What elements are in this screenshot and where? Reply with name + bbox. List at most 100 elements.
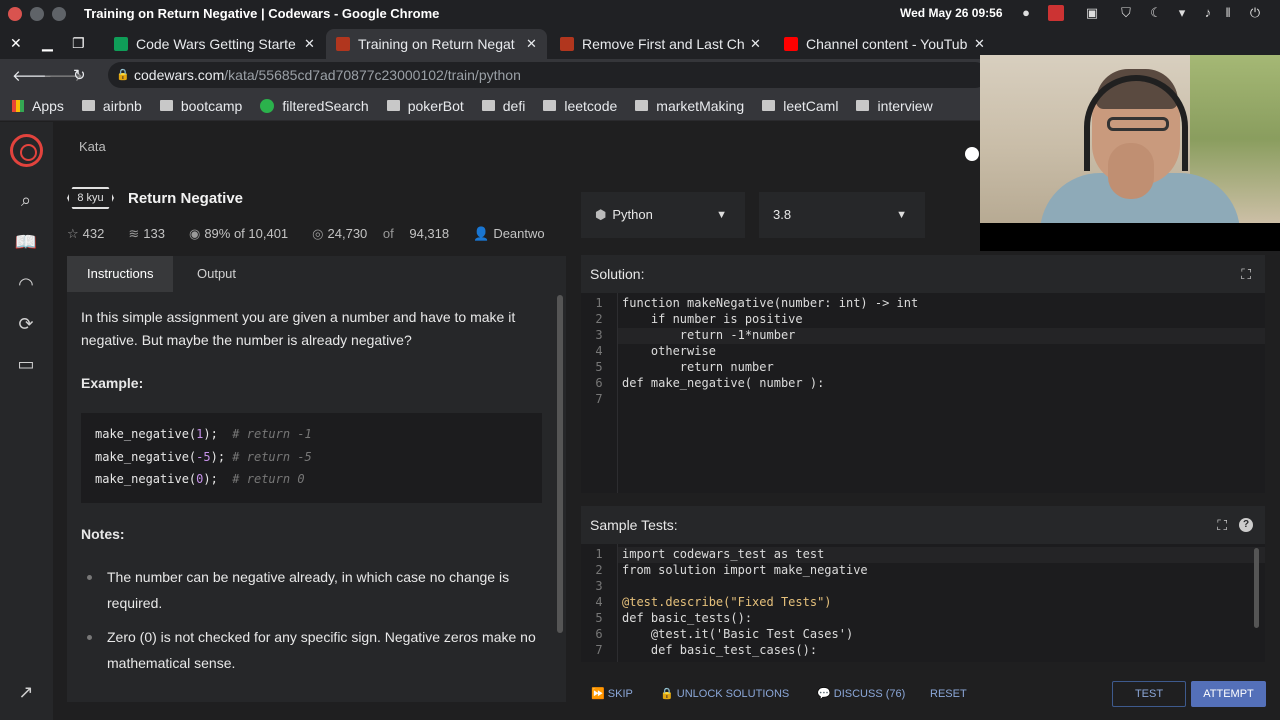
window-close-icon[interactable] — [8, 6, 22, 21]
version-select[interactable]: 3.8 ▼ — [759, 192, 925, 238]
code-line: import codewars_test as test — [622, 547, 825, 561]
fullscreen-icon[interactable]: ⛶ — [1217, 506, 1227, 544]
feed-icon[interactable]: ◠ — [14, 272, 38, 296]
wifi-icon[interactable]: ▾ — [1174, 5, 1190, 21]
line-number: 4 — [595, 344, 603, 358]
code-line: return -1*number — [622, 328, 796, 342]
tab-channel-content[interactable]: Channel content - YouTub ✕ — [774, 29, 995, 59]
code-line: @test.it('Basic Test Cases') — [622, 627, 854, 641]
kata-stats: ☆ 432 ≋ 133 ◉ 89% of 10,401 ◎ 24,730 of 94,3… — [67, 226, 569, 242]
instructions-panel: In this simple assignment you are given … — [67, 292, 566, 702]
close-icon[interactable]: ✕ — [10, 35, 22, 52]
stars-stat[interactable]: ☆ 432 — [67, 226, 116, 242]
tab-code-wars-getting-started[interactable]: Code Wars Getting Starte ✕ — [104, 29, 325, 59]
bookmark-bootcamp[interactable]: bootcamp — [159, 97, 243, 114]
attempt-button[interactable]: ATTEMPT — [1191, 681, 1266, 707]
bookmark-label: marketMaking — [656, 97, 745, 114]
user-icon: 👤 — [473, 226, 490, 241]
sample-tests-editor[interactable]: 1 2 3 4 5 6 7 import codewars_test as te… — [581, 544, 1265, 662]
tab-close-icon[interactable]: ✕ — [750, 36, 761, 52]
test-button[interactable]: TEST — [1112, 681, 1186, 707]
search-icon[interactable]: ⌕ — [14, 188, 38, 212]
line-number: 4 — [595, 595, 603, 609]
line-number: 6 — [595, 376, 603, 390]
youtube-favicon-icon — [784, 37, 798, 51]
breadcrumb[interactable]: Kata — [79, 139, 106, 154]
reset-button[interactable]: RESET — [930, 683, 967, 705]
author-stat[interactable]: 👤 Deantwo — [473, 226, 557, 242]
code-line: otherwise — [622, 344, 716, 358]
night-mode-icon[interactable]: ☾ — [1148, 5, 1164, 21]
discuss-icon[interactable]: ▭ — [14, 352, 38, 376]
bookmark-marketmaking[interactable]: marketMaking — [635, 98, 744, 114]
discuss-label: DISCUSS (76) — [833, 688, 906, 700]
book-icon[interactable]: 📖 — [14, 230, 38, 254]
star-icon: ☆ — [67, 226, 79, 241]
stack-icon: ≋ — [128, 226, 140, 241]
url-domain: codewars.com — [134, 67, 225, 83]
window-minimize-icon[interactable] — [30, 6, 44, 21]
screen-icon[interactable]: ▣ — [1084, 5, 1100, 21]
apps-grid-icon — [12, 99, 24, 112]
tab-remove-first-last[interactable]: Remove First and Last Ch ✕ — [550, 29, 771, 59]
solution-editor[interactable]: 1 2 3 4 5 6 7 function makeNegative(numb… — [581, 293, 1265, 493]
bookmark-defi[interactable]: defi — [481, 98, 525, 114]
chevron-down-icon: ▼ — [896, 209, 907, 221]
restore-icon[interactable]: ❐ — [72, 35, 85, 52]
line-number: 3 — [595, 328, 603, 342]
fullscreen-icon[interactable]: ⛶ — [1241, 255, 1251, 293]
action-bar: ⏩ SKIP 🔒 UNLOCK SOLUTIONS 💬 DISCUSS (76)… — [581, 675, 1266, 713]
bookmark-pokerbot[interactable]: pokerBot — [386, 98, 464, 114]
bookmark-label: bootcamp — [180, 97, 243, 114]
app-indicator-icon[interactable] — [1048, 5, 1064, 21]
tab-instructions[interactable]: Instructions — [67, 256, 174, 292]
bookmark-leetcaml[interactable]: leetCaml — [762, 98, 838, 114]
window-maximize-icon[interactable] — [52, 6, 66, 21]
completed-count: 24,730 — [327, 226, 368, 241]
reload-icon[interactable]: ↻ — [73, 66, 86, 84]
tab-training-return-negative[interactable]: Training on Return Negat ✕ — [326, 29, 547, 59]
discuss-button[interactable]: 💬 DISCUSS (76) — [817, 683, 905, 705]
bookmark-filteredsearch[interactable]: filteredSearch — [260, 98, 369, 114]
solution-header: Solution: ⛶ — [581, 255, 1265, 293]
tab-close-icon[interactable]: ✕ — [974, 36, 985, 52]
bookmark-airbnb[interactable]: airbnb — [81, 98, 142, 114]
bookmark-label: leetCaml — [783, 97, 839, 114]
help-icon[interactable]: ? — [1239, 518, 1253, 532]
bookmark-apps[interactable]: Apps — [12, 98, 64, 114]
minimize-icon[interactable]: ▁ — [42, 35, 53, 52]
practice-icon[interactable]: ⟳ — [14, 312, 38, 336]
tab-close-icon[interactable]: ✕ — [526, 36, 537, 52]
folder-icon — [386, 100, 400, 111]
language-select[interactable]: ⬢ Python ▼ — [581, 192, 745, 238]
rank-badge: 8 kyu — [67, 187, 114, 209]
mic-icon[interactable]: ǁ — [1220, 5, 1236, 21]
sample-tests-heading: Sample Tests: — [590, 517, 678, 533]
tab-close-icon[interactable]: ✕ — [304, 36, 315, 52]
tab-output[interactable]: Output — [177, 256, 256, 292]
line-number: 3 — [595, 579, 603, 593]
instructions-scrollbar[interactable] — [557, 295, 563, 633]
tab-label: Code Wars Getting Starte — [136, 36, 296, 52]
url-field[interactable]: 🔒 codewars.com/kata/55685cd7ad70877c2300… — [108, 62, 988, 88]
collections-stat[interactable]: ≋ 133 — [128, 226, 177, 242]
volume-icon[interactable]: ♪ — [1200, 5, 1216, 21]
folder-icon — [543, 100, 557, 111]
python-icon: ⬢ — [595, 207, 607, 222]
editor-scrollbar[interactable] — [1254, 548, 1259, 628]
skip-button[interactable]: ⏩ SKIP — [591, 683, 633, 705]
unlock-solutions-button[interactable]: 🔒 UNLOCK SOLUTIONS — [660, 683, 789, 705]
record-dot-icon[interactable]: ● — [1018, 5, 1034, 21]
shield-icon[interactable]: ⛉ — [1118, 5, 1134, 21]
expand-nav-icon[interactable]: ↗ — [14, 680, 38, 704]
bookmark-leetcode[interactable]: leetcode — [543, 98, 617, 114]
line-number: 5 — [595, 360, 603, 374]
skip-icon: ⏩ — [591, 688, 605, 700]
upwork-icon — [260, 98, 275, 113]
codewars-logo-icon[interactable] — [10, 134, 43, 167]
os-clock[interactable]: Wed May 26 09:56 — [900, 6, 1003, 20]
power-icon[interactable]: ⏻ — [1247, 5, 1263, 21]
line-number: 7 — [595, 643, 603, 657]
example-heading: Example: — [81, 375, 144, 391]
bookmark-interview[interactable]: interview — [856, 98, 933, 114]
